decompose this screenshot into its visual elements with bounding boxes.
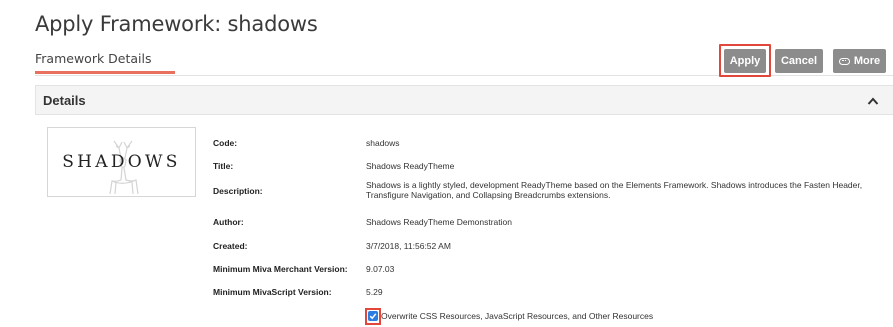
panel-title: Details	[43, 93, 86, 108]
tab-bar: Framework Details	[35, 48, 175, 76]
description-label: Description:	[213, 186, 263, 196]
min-mivascript-label: Minimum MivaScript Version:	[213, 287, 332, 297]
code-label: Code:	[213, 138, 238, 148]
code-value: shadows	[366, 138, 400, 148]
logo-text: SHADOWS	[62, 152, 181, 172]
min-mivascript-value: 5.29	[366, 287, 383, 297]
description-value: Shadows is a lightly styled, development…	[366, 180, 863, 200]
created-value: 3/7/2018, 11:56:52 AM	[366, 241, 451, 251]
framework-logo: SHADOWS	[47, 127, 196, 197]
overwrite-checkbox-label[interactable]: Overwrite CSS Resources, JavaScript Reso…	[381, 311, 653, 321]
title-value: Shadows ReadyTheme	[366, 161, 455, 171]
details-panel-header[interactable]: Details	[35, 85, 893, 115]
min-merchant-label: Minimum Miva Merchant Version:	[213, 264, 348, 274]
chevron-up-icon[interactable]	[867, 96, 879, 106]
overwrite-checkbox[interactable]	[368, 311, 378, 321]
cancel-button[interactable]: Cancel	[775, 49, 823, 73]
more-icon	[838, 57, 850, 65]
apply-button[interactable]: Apply	[724, 49, 766, 73]
min-merchant-value: 9.07.03	[366, 264, 395, 274]
author-value: Shadows ReadyTheme Demonstration	[366, 217, 512, 227]
more-button[interactable]: More	[833, 49, 886, 73]
created-label: Created:	[213, 241, 248, 251]
page-title: Apply Framework: shadows	[35, 12, 318, 36]
title-label: Title:	[213, 161, 234, 171]
checkmark-icon	[369, 313, 377, 320]
more-button-label: More	[853, 55, 881, 67]
author-label: Author:	[213, 217, 244, 227]
active-tab-indicator	[35, 71, 175, 74]
tab-framework-details[interactable]: Framework Details	[35, 48, 175, 72]
